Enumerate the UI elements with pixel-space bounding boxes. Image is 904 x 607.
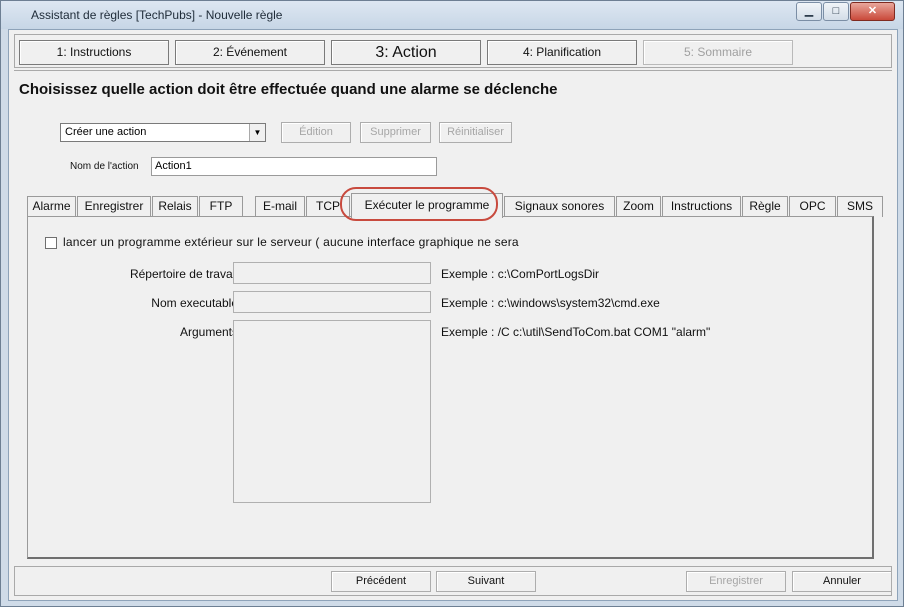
- step-planning[interactable]: 4: Planification: [487, 40, 637, 65]
- edit-button[interactable]: Édition: [281, 122, 351, 143]
- action-name-label: Nom de l'action: [70, 161, 139, 172]
- tab-sms[interactable]: SMS: [837, 196, 883, 217]
- delete-button[interactable]: Supprimer: [360, 122, 431, 143]
- title-bar[interactable]: Assistant de règles [TechPubs] - Nouvell…: [1, 1, 903, 29]
- tab-record[interactable]: Enregistrer: [77, 196, 151, 217]
- minimize-button[interactable]: ▁: [796, 2, 822, 21]
- step-action[interactable]: 3: Action: [331, 40, 481, 65]
- cancel-button[interactable]: Annuler: [792, 571, 892, 592]
- tab-opc[interactable]: OPC: [789, 196, 836, 217]
- wizard-footer: Précédent Suivant Enregistrer Annuler: [14, 566, 892, 596]
- wizard-client: 1: Instructions 2: Événement 3: Action 4…: [8, 29, 898, 601]
- working-dir-label: Répertoire de travail: [129, 267, 238, 281]
- maximize-button[interactable]: □: [823, 2, 849, 21]
- tab-relays[interactable]: Relais: [152, 196, 198, 217]
- tab-email[interactable]: E-mail: [255, 196, 305, 217]
- external-program-label: lancer un programme extérieur sur le ser…: [63, 235, 519, 249]
- step-summary: 5: Sommaire: [643, 40, 793, 65]
- page-title: Choisissez quelle action doit être effec…: [19, 81, 558, 98]
- working-dir-field[interactable]: [233, 262, 431, 284]
- external-program-checkbox[interactable]: [45, 237, 57, 249]
- tab-sounds[interactable]: Signaux sonores: [504, 196, 615, 217]
- step-instructions[interactable]: 1: Instructions: [19, 40, 169, 65]
- arguments-field[interactable]: [233, 320, 431, 503]
- action-select[interactable]: Créer une action ▼: [60, 123, 266, 142]
- action-select-value: Créer une action: [65, 126, 147, 138]
- reset-button[interactable]: Réinitialiser: [439, 122, 512, 143]
- close-button[interactable]: ✕: [850, 2, 895, 21]
- tab-alarm[interactable]: Alarme: [27, 196, 76, 217]
- previous-button[interactable]: Précédent: [331, 571, 431, 592]
- tab-zoom[interactable]: Zoom: [616, 196, 661, 217]
- wizard-steps: 1: Instructions 2: Événement 3: Action 4…: [14, 34, 892, 68]
- run-program-panel: lancer un programme extérieur sur le ser…: [27, 216, 874, 559]
- action-name-field[interactable]: Action1: [151, 157, 437, 176]
- executable-label: Nom executable: [151, 296, 238, 310]
- wizard-window: Assistant de règles [TechPubs] - Nouvell…: [0, 0, 904, 607]
- arguments-example: Exemple : /C c:\util\SendToCom.bat COM1 …: [441, 325, 711, 339]
- action-page: Choisissez quelle action doit être effec…: [14, 70, 892, 564]
- tab-instructions[interactable]: Instructions: [662, 196, 741, 217]
- save-button[interactable]: Enregistrer: [686, 571, 786, 592]
- tab-run-program[interactable]: Exécuter le programme: [351, 193, 503, 218]
- executable-field[interactable]: [233, 291, 431, 313]
- arguments-label: Arguments: [179, 325, 238, 339]
- step-event[interactable]: 2: Événement: [175, 40, 325, 65]
- window-title: Assistant de règles [TechPubs] - Nouvell…: [31, 8, 283, 22]
- tab-ftp[interactable]: FTP: [199, 196, 243, 217]
- chevron-down-icon[interactable]: ▼: [249, 124, 265, 141]
- next-button[interactable]: Suivant: [436, 571, 536, 592]
- working-dir-example: Exemple : c:\ComPortLogsDir: [441, 267, 600, 281]
- tab-rule[interactable]: Règle: [742, 196, 788, 217]
- executable-example: Exemple : c:\windows\system32\cmd.exe: [441, 296, 660, 310]
- tab-tcp[interactable]: TCP: [306, 196, 350, 217]
